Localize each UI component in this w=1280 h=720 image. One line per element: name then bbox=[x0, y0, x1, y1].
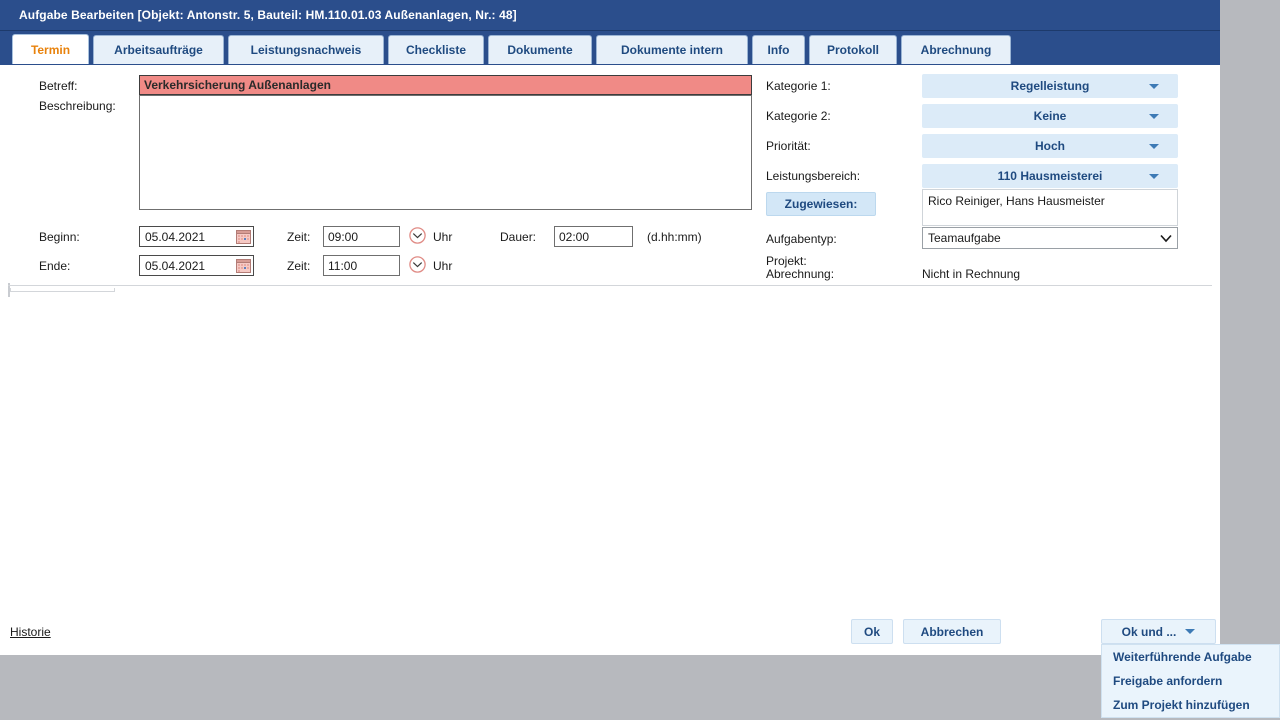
menu-item-label: Zum Projekt hinzufügen bbox=[1113, 698, 1250, 712]
calendar-icon[interactable] bbox=[236, 258, 251, 273]
tab-label: Dokumente intern bbox=[620, 43, 723, 57]
kategorie2-combo[interactable]: Keine bbox=[922, 104, 1178, 128]
ok-und-button-label: Ok und ... bbox=[1121, 624, 1177, 639]
beginn-date-field[interactable]: 05.04.2021 bbox=[139, 226, 254, 247]
aufgabentyp-label: Aufgabentyp: bbox=[766, 232, 837, 246]
tab-label: Abrechnung bbox=[920, 43, 992, 57]
ende-label: Ende: bbox=[39, 259, 71, 273]
abbrechen-button[interactable]: Abbrechen bbox=[903, 619, 1001, 644]
leistungsbereich-value: 110 Hausmeisterei bbox=[997, 169, 1103, 183]
calendar-icon[interactable] bbox=[236, 229, 251, 244]
chevron-down-icon bbox=[1149, 144, 1159, 149]
chevron-down-icon bbox=[1149, 84, 1159, 89]
clock-icon-ende[interactable] bbox=[409, 256, 426, 273]
ok-und-dropdown-menu: Weiterführende Aufgabe Freigabe anforder… bbox=[1101, 644, 1280, 718]
beschreibung-label: Beschreibung: bbox=[39, 99, 116, 113]
projekt-label: Projekt: bbox=[766, 254, 807, 268]
screen: Aufgabe Bearbeiten [Objekt: Antonstr. 5,… bbox=[0, 0, 1280, 720]
beginn-label: Beginn: bbox=[39, 230, 80, 244]
tab-dokumente[interactable]: Dokumente bbox=[488, 35, 592, 64]
dauer-format-hint: (d.hh:mm) bbox=[647, 230, 702, 244]
tab-checkliste[interactable]: Checkliste bbox=[388, 35, 484, 64]
kategorie1-combo[interactable]: Regelleistung bbox=[922, 74, 1178, 98]
section-divider bbox=[8, 285, 1212, 286]
menu-item-zum-projekt-hinzufuegen[interactable]: Zum Projekt hinzufügen bbox=[1102, 693, 1279, 717]
dialog-title: Aufgabe Bearbeiten [Objekt: Antonstr. 5,… bbox=[19, 8, 517, 22]
tab-protokoll[interactable]: Protokoll bbox=[809, 35, 897, 64]
tab-leistungsnachweis[interactable]: Leistungsnachweis bbox=[228, 35, 384, 64]
zugewiesen-value: Rico Reiniger, Hans Hausmeister bbox=[928, 194, 1105, 208]
kategorie1-label: Kategorie 1: bbox=[766, 79, 831, 93]
beginn-date-value: 05.04.2021 bbox=[145, 229, 206, 244]
menu-item-label: Freigabe anfordern bbox=[1113, 674, 1223, 688]
ende-zeit-label: Zeit: bbox=[287, 259, 311, 273]
tab-label: Termin bbox=[30, 42, 71, 57]
abbrechen-button-label: Abbrechen bbox=[920, 624, 984, 639]
zugewiesen-value-box[interactable]: Rico Reiniger, Hans Hausmeister bbox=[922, 189, 1178, 226]
kategorie2-value: Keine bbox=[1033, 109, 1067, 123]
tab-label: Dokumente bbox=[507, 43, 573, 57]
tab-label: Checkliste bbox=[405, 43, 467, 57]
zugewiesen-button[interactable]: Zugewiesen: bbox=[766, 192, 876, 216]
menu-item-weiterfuehrende-aufgabe[interactable]: Weiterführende Aufgabe bbox=[1102, 645, 1279, 669]
kategorie1-value: Regelleistung bbox=[1010, 79, 1090, 93]
tab-bar: Termin Arbeitsaufträge Leistungsnachweis… bbox=[0, 31, 1220, 65]
tab-label: Protokoll bbox=[826, 43, 879, 57]
betreff-label: Betreff: bbox=[39, 79, 78, 93]
ok-button-label: Ok bbox=[863, 624, 880, 639]
beginn-zeit-label: Zeit: bbox=[287, 230, 311, 244]
tab-label: Info bbox=[767, 43, 790, 57]
ok-button[interactable]: Ok bbox=[851, 619, 893, 644]
betreff-input[interactable] bbox=[139, 75, 752, 95]
leistungsbereich-combo[interactable]: 110 Hausmeisterei bbox=[922, 164, 1178, 188]
beginn-time-input[interactable] bbox=[323, 226, 400, 247]
chevron-down-icon bbox=[1149, 174, 1159, 179]
historie-link[interactable]: Historie bbox=[10, 625, 51, 639]
chevron-down-icon bbox=[1185, 629, 1196, 634]
ende-date-value: 05.04.2021 bbox=[145, 258, 206, 273]
leistungsbereich-label: Leistungsbereich: bbox=[766, 169, 861, 183]
tab-arbeitsauftraege[interactable]: Arbeitsaufträge bbox=[93, 35, 224, 64]
prioritaet-combo[interactable]: Hoch bbox=[922, 134, 1178, 158]
dialog-title-bar: Aufgabe Bearbeiten [Objekt: Antonstr. 5,… bbox=[0, 0, 1220, 31]
dauer-label: Dauer: bbox=[500, 230, 537, 244]
tab-label: Leistungsnachweis bbox=[250, 43, 362, 57]
dauer-input[interactable] bbox=[554, 226, 633, 247]
ende-date-field[interactable]: 05.04.2021 bbox=[139, 255, 254, 276]
tab-abrechnung[interactable]: Abrechnung bbox=[901, 35, 1011, 64]
abrechnung-value: Nicht in Rechnung bbox=[922, 267, 1021, 281]
prioritaet-label: Priorität: bbox=[766, 139, 811, 153]
task-edit-dialog: Aufgabe Bearbeiten [Objekt: Antonstr. 5,… bbox=[0, 0, 1220, 655]
ende-time-input[interactable] bbox=[323, 255, 400, 276]
ok-und-split-button[interactable]: Ok und ... bbox=[1101, 619, 1216, 644]
clock-icon-beginn[interactable] bbox=[409, 227, 426, 244]
prioritaet-value: Hoch bbox=[1035, 139, 1065, 153]
aufgabentyp-select[interactable]: Teamaufgabe bbox=[922, 227, 1178, 249]
menu-item-freigabe-anfordern[interactable]: Freigabe anfordern bbox=[1102, 669, 1279, 693]
ende-uhr-label: Uhr bbox=[433, 259, 453, 273]
abrechnung-label: Abrechnung: bbox=[766, 267, 835, 281]
section-divider-tab bbox=[10, 288, 115, 292]
chevron-down-icon bbox=[1149, 114, 1159, 119]
kategorie2-label: Kategorie 2: bbox=[766, 109, 831, 123]
beginn-uhr-label: Uhr bbox=[433, 230, 453, 244]
tab-info[interactable]: Info bbox=[752, 35, 805, 64]
zugewiesen-button-label: Zugewiesen: bbox=[784, 197, 858, 211]
tab-panel-termin: Betreff: Beschreibung: Beginn: 05.04.202… bbox=[0, 65, 1220, 655]
tab-label: Arbeitsaufträge bbox=[114, 43, 203, 57]
menu-item-label: Weiterführende Aufgabe bbox=[1113, 650, 1252, 664]
tab-termin[interactable]: Termin bbox=[12, 34, 89, 64]
beschreibung-textarea[interactable] bbox=[139, 95, 752, 210]
tab-dokumente-intern[interactable]: Dokumente intern bbox=[596, 35, 748, 64]
